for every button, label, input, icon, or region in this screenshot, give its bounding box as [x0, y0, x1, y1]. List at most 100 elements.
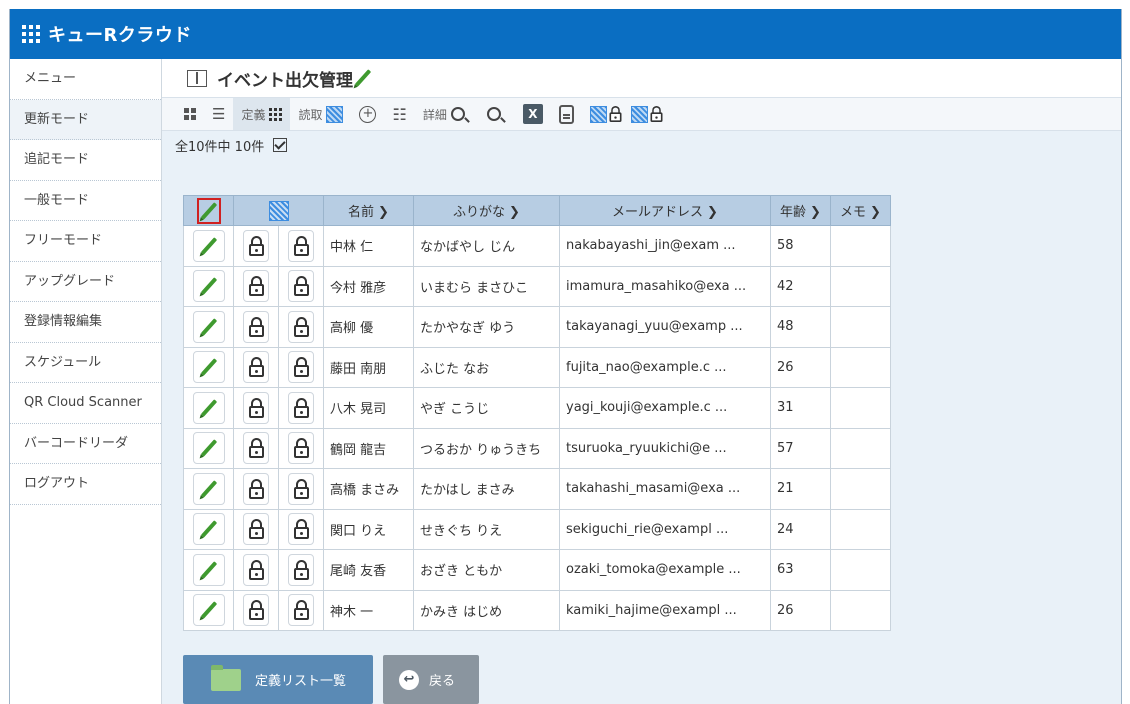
- unlock-record-button[interactable]: [243, 432, 269, 465]
- define-view-button[interactable]: 定義: [233, 98, 291, 130]
- search-button[interactable]: [479, 98, 509, 130]
- edit-record-button[interactable]: [192, 513, 225, 546]
- unlock-record-button[interactable]: [243, 270, 269, 303]
- excel-export-button[interactable]: X: [515, 98, 551, 130]
- sidebar-item-update-mode[interactable]: 更新モード: [10, 99, 161, 140]
- edit-record-button[interactable]: [192, 432, 225, 465]
- email-cell: ozaki_tomoka@example ...: [559, 549, 771, 591]
- qr-code-icon: [268, 200, 289, 221]
- qr-code-icon: [589, 105, 607, 123]
- edit-title-pencil-icon[interactable]: [354, 69, 372, 87]
- definition-list-button[interactable]: 定義リスト一覧: [183, 655, 373, 704]
- footer-buttons: 定義リスト一覧 ↩ 戻る: [183, 655, 479, 704]
- detail-label: 詳細: [422, 107, 447, 122]
- edit-record-button[interactable]: [192, 270, 225, 303]
- lock-cell: [233, 427, 279, 469]
- read-button[interactable]: 読取: [290, 98, 351, 130]
- table-row: 中林 仁なかばやし じん nakabayashi_jin@exam ... 58: [183, 225, 891, 267]
- memo-column-header[interactable]: メモ ❯: [830, 195, 891, 226]
- table-row: 高柳 優たかやなぎ ゆう takayanagi_yuu@examp ... 48: [183, 306, 891, 348]
- name-header-label: 名前: [348, 205, 375, 220]
- lock-record-button[interactable]: [288, 513, 314, 546]
- chevron-right-icon: ❯: [509, 205, 520, 220]
- lock-record-button[interactable]: [288, 229, 314, 262]
- lock-record-button[interactable]: [288, 594, 314, 627]
- add-button[interactable]: +: [351, 98, 384, 130]
- edit-record-button[interactable]: [192, 553, 225, 586]
- email-cell: kamiki_hajime@exampl ...: [559, 589, 771, 631]
- lock-record-button[interactable]: [288, 553, 314, 586]
- qr-code-icon: [630, 105, 648, 123]
- sidebar-item-account-edit[interactable]: 登録情報編集: [10, 302, 161, 343]
- email-column-header[interactable]: メールアドレス ❯: [559, 195, 771, 226]
- edit-record-button[interactable]: [192, 391, 225, 424]
- name-cell: 高橋 まさみ: [323, 468, 414, 510]
- furigana-cell: つるおか りゅうきち: [413, 427, 560, 469]
- age-cell: 26: [770, 346, 831, 388]
- detail-search-button[interactable]: 詳細: [415, 98, 473, 130]
- tile-view-button[interactable]: [176, 98, 204, 130]
- email-cell: takahashi_masami@exa ...: [559, 468, 771, 510]
- edit-column-header[interactable]: [183, 195, 234, 226]
- page-header: イベント出欠管理: [162, 59, 1121, 97]
- age-column-header[interactable]: 年齢 ❯: [770, 195, 831, 226]
- unlock-record-button[interactable]: [243, 472, 269, 505]
- back-button[interactable]: ↩ 戻る: [383, 655, 479, 704]
- sidebar-item-free-mode[interactable]: フリーモード: [10, 221, 161, 262]
- sidebar-item-schedule[interactable]: スケジュール: [10, 343, 161, 383]
- sidebar-item-qr-cloud-scanner[interactable]: QR Cloud Scanner: [10, 383, 161, 424]
- age-cell: 24: [770, 508, 831, 550]
- qr-column-header[interactable]: [233, 195, 324, 226]
- edit-record-button[interactable]: [192, 351, 225, 384]
- lock-cell: [233, 306, 279, 348]
- unlock-record-button[interactable]: [243, 513, 269, 546]
- qr-lock-button-2[interactable]: [630, 98, 672, 130]
- sidebar-item-logout[interactable]: ログアウト: [10, 464, 161, 505]
- edit-record-button[interactable]: [192, 594, 225, 627]
- unlock-record-button[interactable]: [243, 594, 269, 627]
- chevron-right-icon: ❯: [707, 205, 718, 220]
- table-row: 高橋 まさみ たかはし まさみ takahashi_masami@exa ... 21: [183, 468, 891, 510]
- lock-record-button[interactable]: [288, 432, 314, 465]
- qr-lock-button-1[interactable]: [582, 98, 631, 130]
- email-header-label: メールアドレス: [612, 205, 704, 220]
- unlock-record-button[interactable]: [243, 229, 269, 262]
- pencil-icon: [200, 317, 217, 336]
- unlock-record-button[interactable]: [243, 310, 269, 343]
- unlock-record-button[interactable]: [243, 553, 269, 586]
- notes-button[interactable]: ☷: [384, 98, 414, 130]
- lock-record-button[interactable]: [288, 391, 314, 424]
- lock-cell: [278, 387, 324, 429]
- lock-record-button[interactable]: [288, 270, 314, 303]
- sidebar-item-general-mode[interactable]: 一般モード: [10, 181, 161, 221]
- edit-cell: [183, 427, 234, 469]
- furigana-column-header[interactable]: ふりがな ❯: [413, 195, 560, 226]
- unlock-record-button[interactable]: [243, 391, 269, 424]
- name-column-header[interactable]: 名前 ❯: [323, 195, 414, 226]
- edit-record-button[interactable]: [192, 472, 225, 505]
- select-all-checkbox-icon[interactable]: [273, 138, 288, 152]
- lock-record-button[interactable]: [288, 351, 314, 384]
- email-cell: sekiguchi_rie@exampl ...: [559, 508, 771, 550]
- unlock-record-button[interactable]: [243, 351, 269, 384]
- sidebar-item-menu[interactable]: メニュー: [10, 59, 161, 100]
- list-view-button[interactable]: ☰: [204, 98, 233, 130]
- lock-record-button[interactable]: [288, 472, 314, 505]
- sidebar-item-upgrade[interactable]: アップグレード: [10, 262, 161, 302]
- edit-record-button[interactable]: [192, 310, 225, 343]
- lock-icon: [609, 106, 622, 122]
- document-button[interactable]: [551, 98, 582, 130]
- sidebar-item-append-mode[interactable]: 追記モード: [10, 140, 161, 181]
- edit-record-button[interactable]: [192, 229, 225, 262]
- table-row: 関口 りえ せきぐち りえ sekiguchi_rie@exampl ... 24: [183, 508, 891, 550]
- lock-cell: [278, 225, 324, 267]
- toolbar: ☰ 定義 読取 + ☷ 詳細 X: [162, 97, 1121, 131]
- records-table: 名前 ❯ ふりがな ❯ メールアドレス ❯ 年齢 ❯ メモ ❯ 中林 仁 なかば…: [183, 195, 891, 631]
- lock-icon: [293, 397, 309, 418]
- lock-record-button[interactable]: [288, 310, 314, 343]
- apps-grid-icon[interactable]: [22, 25, 40, 43]
- furigana-cell: たかはし まさみ: [413, 468, 560, 510]
- edit-cell: [183, 468, 234, 510]
- excel-icon: X: [522, 104, 543, 124]
- sidebar-item-barcode-reader[interactable]: バーコードリーダ: [10, 424, 161, 464]
